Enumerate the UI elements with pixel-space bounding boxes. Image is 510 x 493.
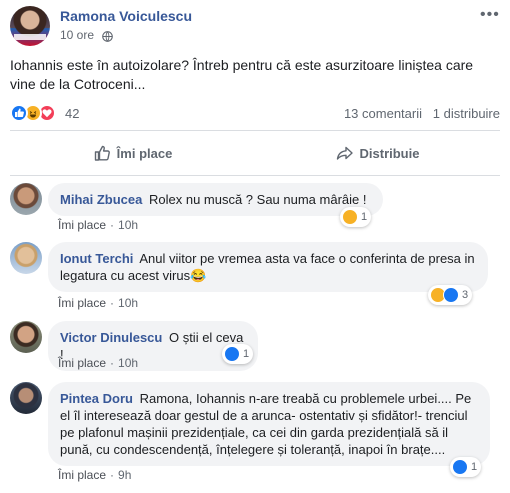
share-button[interactable]: Distribuie	[255, 131, 500, 175]
comments-count-link[interactable]: 13 comentarii	[344, 106, 422, 121]
like-button-label: Îmi place	[116, 145, 173, 161]
shares-count-link[interactable]: 1 distribuire	[433, 106, 500, 121]
share-arrow-icon	[336, 146, 353, 160]
comment-reactions[interactable]: 1	[450, 457, 482, 477]
comment-like-link[interactable]: Îmi place	[58, 468, 106, 482]
share-button-label: Distribuie	[359, 145, 420, 161]
commenter-name[interactable]: Mihai Zbucea	[60, 192, 142, 207]
comment-bubble: Pintea Doru Ramona, Iohannis n-are treab…	[48, 382, 490, 466]
comment-reactions-count: 1	[243, 348, 250, 360]
comment-item: Ionut Terchi Anul viitor pe vremea asta …	[10, 242, 500, 312]
comment-time[interactable]: 9h	[118, 468, 131, 482]
comment-item: Victor Dinulescu O știi el ceva ! 1 Îmi …	[10, 321, 500, 371]
comment-like-link[interactable]: Îmi place	[58, 356, 106, 370]
comment-reactions-count: 1	[361, 211, 368, 223]
comment-bubble: Mihai Zbucea Rolex nu muscă ? Sau numa m…	[48, 183, 383, 216]
comment-like-link[interactable]: Îmi place	[58, 218, 106, 232]
comment-time[interactable]: 10h	[118, 356, 138, 370]
comment-meta: Îmi place · 9h	[58, 468, 132, 482]
comment-time[interactable]: 10h	[118, 218, 138, 232]
commenter-avatar[interactable]	[10, 242, 42, 274]
commenter-name[interactable]: Pintea Doru	[60, 391, 133, 406]
post-header: Ramona Voiculescu 10 ore •••	[10, 6, 500, 50]
comment-reactions-count: 1	[471, 461, 478, 473]
comment-reactions-count: 3	[462, 289, 469, 301]
comment-meta: Îmi place · 10h	[58, 296, 139, 310]
comment-bubble: Ionut Terchi Anul viitor pe vremea asta …	[48, 242, 488, 292]
like-icon	[10, 104, 28, 122]
like-button[interactable]: Îmi place	[10, 131, 255, 175]
like-icon	[224, 346, 240, 362]
thumbs-up-icon	[94, 145, 110, 161]
comment-like-link[interactable]: Îmi place	[58, 296, 106, 310]
commenter-avatar[interactable]	[10, 382, 42, 414]
reaction-icons[interactable]	[10, 104, 70, 122]
commenter-name[interactable]: Victor Dinulescu	[60, 330, 162, 345]
post-timestamp[interactable]: 10 ore	[60, 28, 94, 42]
comment-item: Pintea Doru Ramona, Iohannis n-are treab…	[10, 382, 500, 488]
comment-item: Mihai Zbucea Rolex nu muscă ? Sau numa m…	[10, 183, 500, 233]
commenter-name[interactable]: Ionut Terchi	[60, 251, 133, 266]
globe-icon	[102, 31, 113, 42]
like-icon	[443, 287, 459, 303]
reactions-summary: 42 13 comentarii 1 distribuire	[10, 104, 500, 124]
author-name[interactable]: Ramona Voiculescu	[60, 8, 192, 24]
comment-meta: Îmi place · 10h	[58, 356, 139, 370]
commenter-avatar[interactable]	[10, 321, 42, 353]
author-avatar[interactable]	[10, 6, 50, 46]
post-text: Iohannis este în autoizolare? Întreb pen…	[10, 57, 474, 92]
commenter-avatar[interactable]	[10, 183, 42, 215]
comment-reactions[interactable]: 1	[340, 207, 372, 227]
haha-icon	[342, 209, 358, 225]
reactions-count[interactable]: 42	[65, 106, 79, 121]
more-options-button[interactable]: •••	[480, 7, 500, 23]
post-action-bar: Îmi place Distribuie	[10, 130, 500, 176]
comment-reactions[interactable]: 1	[222, 344, 254, 364]
comment-meta: Îmi place · 10h	[58, 218, 139, 232]
comment-time[interactable]: 10h	[118, 296, 138, 310]
comment-text: Rolex nu muscă ? Sau numa mârâie !	[148, 192, 367, 207]
comment-reactions[interactable]: 3	[428, 285, 473, 305]
like-icon	[452, 459, 468, 475]
